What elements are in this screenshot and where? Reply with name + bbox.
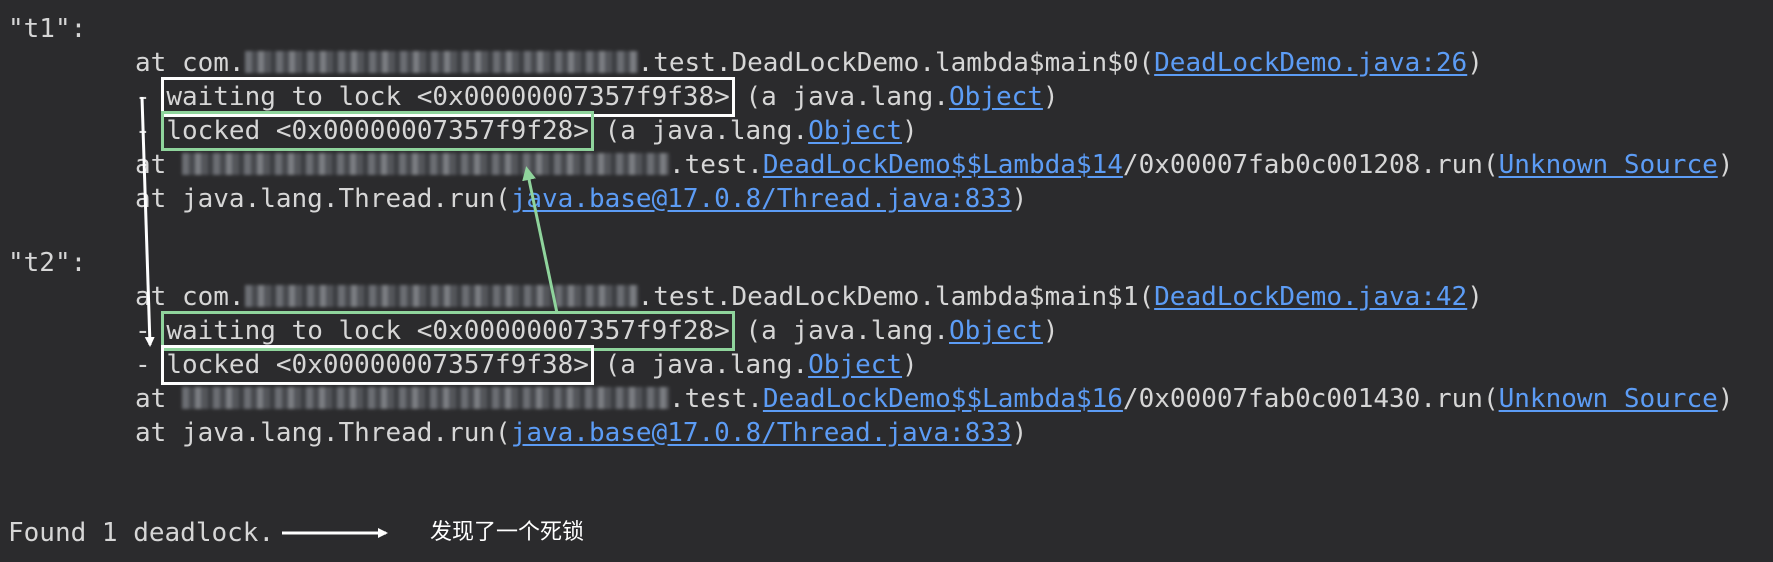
stack-frame-t2-run: at .test.DeadLockDemo$$Lambda$16/0x00007…: [135, 382, 1733, 416]
lock-type: (a java.lang.: [729, 316, 949, 346]
paren-close: ): [1011, 418, 1028, 448]
frame-method: .test.DeadLockDemo.lambda$main$0(: [637, 48, 1155, 78]
redacted-package: [181, 386, 669, 409]
lock-waiting-t1: - waiting to lock <0x00000007357f9f38> (…: [135, 77, 1059, 117]
waiting-lock-highlight-t1: waiting to lock <0x00000007357f9f38>: [161, 77, 735, 117]
locked-highlight-t2: locked <0x00000007357f9f38>: [161, 345, 594, 385]
redacted-package: [244, 50, 638, 73]
frame-package: .test.: [668, 384, 763, 414]
dash: -: [135, 116, 167, 146]
dash: -: [135, 350, 167, 380]
lock-waiting-t2: - waiting to lock <0x00000007357f9f28> (…: [135, 311, 1059, 351]
frame-method: at java.lang.Thread.run(: [135, 184, 511, 214]
frame-prefix: at com.: [135, 48, 245, 78]
paren-close: ): [1042, 316, 1059, 346]
paren-close: ): [1717, 150, 1734, 180]
frame-method: .test.DeadLockDemo.lambda$main$1(: [637, 282, 1155, 312]
frame-prefix: at com.: [135, 282, 245, 312]
deadlock-found-message: Found 1 deadlock.: [8, 518, 275, 548]
object-link[interactable]: Object: [949, 82, 1043, 112]
thread-source-link[interactable]: java.base@17.0.8/Thread.java:833: [511, 418, 1012, 448]
stack-frame-t2-thread: at java.lang.Thread.run(java.base@17.0.8…: [135, 416, 1027, 450]
unknown-source-link[interactable]: Unknown Source: [1499, 150, 1718, 180]
lambda-class-link-14[interactable]: DeadLockDemo$$Lambda$14: [763, 150, 1123, 180]
paren-close: ): [902, 116, 918, 146]
paren-close: ): [1717, 384, 1734, 414]
frame-package: .test.: [668, 150, 763, 180]
source-link-t1-line26[interactable]: DeadLockDemo.java:26: [1154, 48, 1467, 78]
object-link[interactable]: Object: [808, 350, 902, 380]
lambda-class-link-16[interactable]: DeadLockDemo$$Lambda$16: [763, 384, 1123, 414]
locked-highlight-t1: locked <0x00000007357f9f28>: [161, 111, 594, 151]
thread-source-link[interactable]: java.base@17.0.8/Thread.java:833: [511, 184, 1012, 214]
lock-held-t2: - locked <0x00000007357f9f38> (a java.la…: [135, 345, 918, 385]
console-output: "t1": at com. .test.DeadLockDemo.lambda$m…: [0, 0, 1773, 562]
dash: -: [135, 82, 167, 112]
stack-frame-t1-thread: at java.lang.Thread.run(java.base@17.0.8…: [135, 182, 1027, 216]
source-link-t2-line42[interactable]: DeadLockDemo.java:42: [1154, 282, 1467, 312]
annotation-text: 发现了一个死锁: [430, 520, 585, 545]
waiting-lock-highlight-t2: waiting to lock <0x00000007357f9f28>: [161, 311, 735, 351]
frame-method: /0x00007fab0c001208.run(: [1122, 150, 1499, 180]
unknown-source-link[interactable]: Unknown Source: [1499, 384, 1718, 414]
redacted-package: [244, 284, 638, 307]
object-link[interactable]: Object: [949, 316, 1043, 346]
redacted-package: [181, 152, 669, 175]
paren-close: ): [1467, 282, 1483, 312]
thread-name-t2: "t2":: [8, 248, 87, 278]
frame-prefix: at: [135, 384, 182, 414]
stack-frame-t1-run: at .test.DeadLockDemo$$Lambda$14/0x00007…: [135, 148, 1733, 182]
dash: -: [135, 316, 167, 346]
frame-close: ): [1467, 48, 1483, 78]
thread-name-t1: "t1":: [8, 14, 87, 44]
frame-prefix: at: [135, 150, 182, 180]
paren-close: ): [902, 350, 918, 380]
stack-frame-t2-lambda: at com. .test.DeadLockDemo.lambda$main$1(…: [135, 280, 1483, 314]
lock-type: (a java.lang.: [729, 82, 949, 112]
paren-close: ): [1042, 82, 1059, 112]
frame-method: at java.lang.Thread.run(: [135, 418, 511, 448]
paren-close: ): [1011, 184, 1028, 214]
lock-held-t1: - locked <0x00000007357f9f28> (a java.la…: [135, 111, 918, 151]
lock-type: (a java.lang.: [588, 116, 809, 146]
object-link[interactable]: Object: [808, 116, 902, 146]
lock-type: (a java.lang.: [588, 350, 809, 380]
stack-frame-t1-lambda: at com. .test.DeadLockDemo.lambda$main$0(…: [135, 46, 1483, 80]
frame-method: /0x00007fab0c001430.run(: [1122, 384, 1499, 414]
